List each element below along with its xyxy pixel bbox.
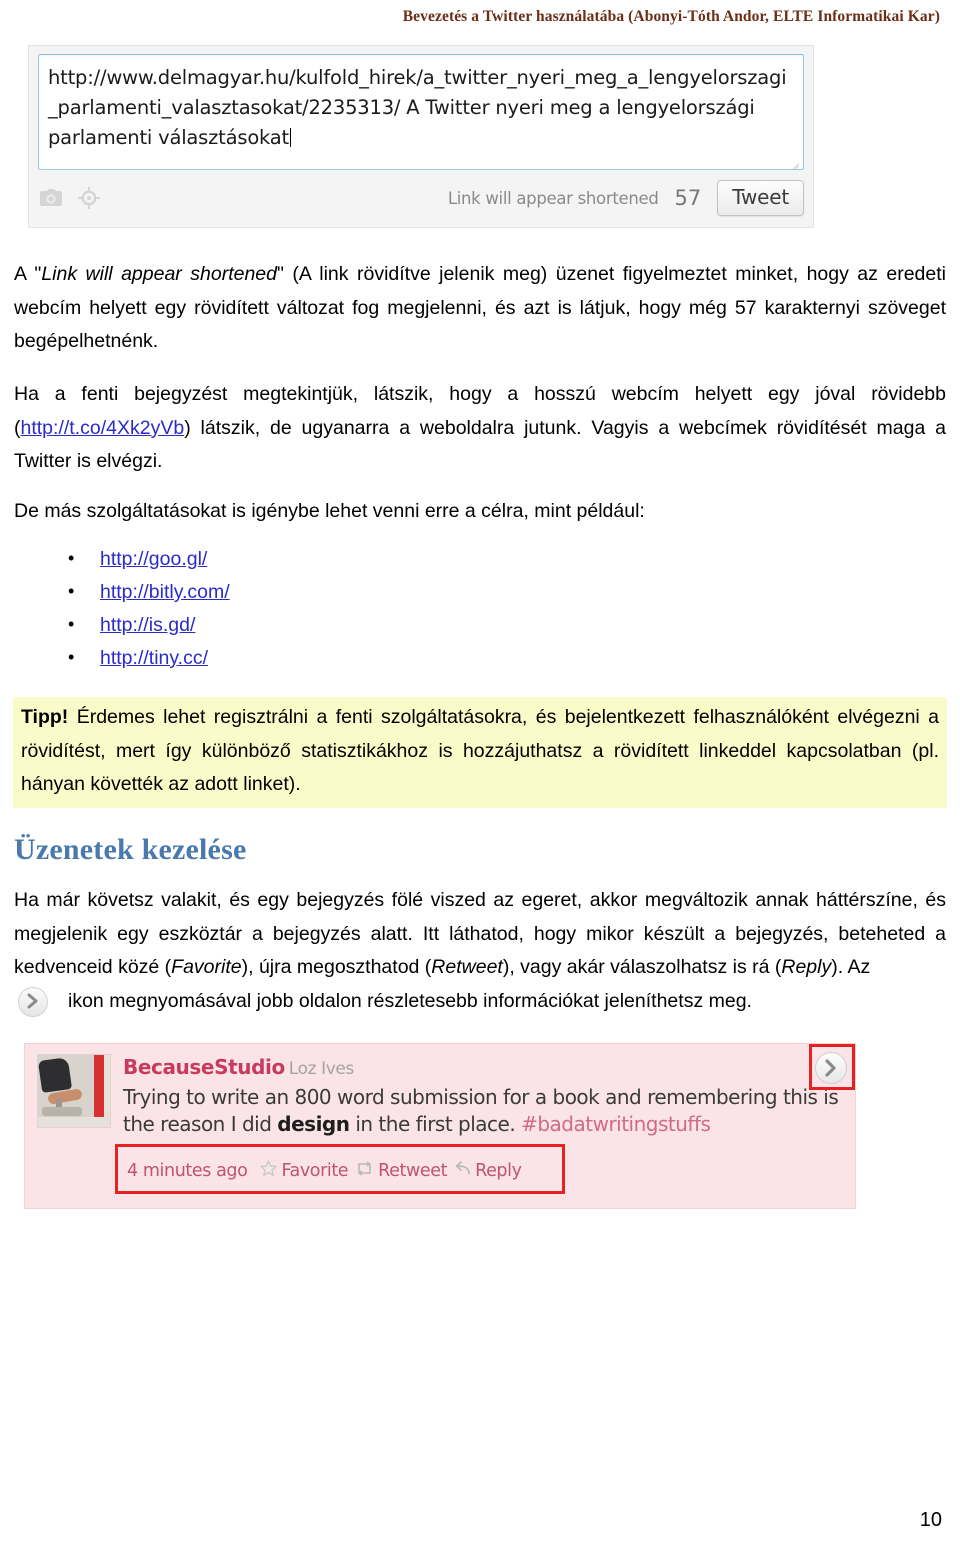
list-item: http://goo.gl/ <box>14 542 514 576</box>
tweet-body-part-b: in the first place. <box>349 1112 522 1136</box>
page-number: 10 <box>919 1509 942 1531</box>
reply-action[interactable]: Reply <box>454 1161 522 1181</box>
tweet-actions-area: 4 minutes ago Favorite Retweet Reply <box>37 1138 843 1194</box>
shortener-link-list: http://goo.gl/ http://bitly.com/ http://… <box>14 542 514 675</box>
tweet-row: BecauseStudio Loz Ives Trying to write an… <box>37 1044 855 1138</box>
shortener-link-goo-gl[interactable]: http://goo.gl/ <box>100 548 207 570</box>
tweet-hashtag[interactable]: #badatwritingstuffs <box>521 1112 711 1136</box>
tweet-body-text: Trying to write an 800 word submission f… <box>123 1084 843 1138</box>
list-item: http://is.gd/ <box>14 608 514 642</box>
tip-callout: Tipp! Érdemes lehet regisztrálni a fenti… <box>13 697 947 808</box>
favorite-label: Favorite <box>281 1161 349 1181</box>
reply-label: Reply <box>475 1161 522 1181</box>
compose-inner: http://www.delmagyar.hu/kulfold_hirek/a_… <box>29 46 813 170</box>
resize-grip-icon[interactable] <box>788 155 800 167</box>
crosshair-location-icon[interactable] <box>76 186 102 210</box>
tweet-main: BecauseStudio Loz Ives Trying to write an… <box>123 1044 855 1138</box>
p4-end: ). Az <box>831 956 871 978</box>
paragraph-3: De más szolgáltatásokat is igénybe lehet… <box>14 500 645 522</box>
tip-text: Érdemes lehet regisztrálni a fenti szolg… <box>21 706 939 795</box>
p4-emphasis-retweet: Retweet <box>431 956 503 978</box>
favorite-action[interactable]: Favorite <box>260 1160 349 1182</box>
document-page: Bevezetés a Twitter használatába (Abonyi… <box>0 0 960 1546</box>
paragraph-4: Ha már követsz valakit, és egy bejegyzés… <box>14 884 946 985</box>
text-caret <box>290 128 292 147</box>
tweet-screenshot: BecauseStudio Loz Ives Trying to write an… <box>24 1043 856 1209</box>
tip-label: Tipp! <box>21 706 69 728</box>
compose-textarea-value: http://www.delmagyar.hu/kulfold_hirek/a_… <box>48 66 787 149</box>
star-icon <box>260 1160 278 1182</box>
compose-right-group: Link will appear shortened 57 Tweet <box>448 180 804 216</box>
retweet-icon <box>355 1161 374 1181</box>
tweet-timestamp[interactable]: 4 minutes ago <box>127 1161 248 1181</box>
shortener-link-tiny-cc[interactable]: http://tiny.cc/ <box>100 647 208 669</box>
p1-part-a: A " <box>14 263 42 285</box>
tweet-compose-screenshot: http://www.delmagyar.hu/kulfold_hirek/a_… <box>28 45 814 228</box>
p4-mid-1: ), újra megoszthatod ( <box>241 956 432 978</box>
chevron-right-circle-icon <box>18 986 48 1017</box>
list-item: http://bitly.com/ <box>14 575 514 609</box>
tco-short-link[interactable]: http://t.co/4Xk2yVb <box>21 417 185 439</box>
running-header: Bevezetés a Twitter használatába (Abonyi… <box>402 8 940 25</box>
tweet-body-bold: design <box>277 1112 350 1136</box>
avatar-detail <box>38 1057 73 1093</box>
compose-tools <box>38 186 102 210</box>
retweet-action[interactable]: Retweet <box>355 1161 447 1181</box>
paragraph-2: Ha a fenti bejegyzést megtekintjük, láts… <box>14 378 946 479</box>
list-item: http://tiny.cc/ <box>14 641 514 675</box>
tweet-button[interactable]: Tweet <box>717 180 804 216</box>
section-heading: Üzenetek kezelése <box>14 833 247 866</box>
detail-button-highlight-box <box>809 1044 855 1090</box>
avatar-detail <box>38 1117 110 1127</box>
camera-icon[interactable] <box>38 186 64 210</box>
avatar[interactable] <box>37 1054 111 1128</box>
shortener-link-is-gd[interactable]: http://is.gd/ <box>100 614 195 636</box>
compose-textarea[interactable]: http://www.delmagyar.hu/kulfold_hirek/a_… <box>38 54 804 170</box>
p4-emphasis-favorite: Favorite <box>171 956 242 978</box>
paragraph-5-text: ikon megnyomásával jobb oldalon részlete… <box>68 990 752 1012</box>
paragraph-5-with-icon: ikon megnyomásával jobb oldalon részlete… <box>18 985 946 1018</box>
tweet-username[interactable]: BecauseStudio <box>123 1055 285 1079</box>
link-shortened-note: Link will appear shortened <box>447 188 659 208</box>
p4-mid-2: ), vagy akár válaszolhatsz is rá ( <box>502 956 782 978</box>
character-counter: 57 <box>674 186 702 210</box>
tweet-header: BecauseStudio Loz Ives <box>123 1054 843 1082</box>
paragraph-1: A "Link will appear shortened" (A link r… <box>14 258 946 359</box>
shortener-link-bitly[interactable]: http://bitly.com/ <box>100 581 230 603</box>
retweet-label: Retweet <box>378 1161 448 1181</box>
reply-arrow-icon <box>454 1161 471 1181</box>
tweet-realname: Loz Ives <box>288 1059 354 1079</box>
p1-emphasis: Link will appear shortened <box>41 263 277 285</box>
p4-emphasis-reply: Reply <box>781 956 832 978</box>
avatar-detail <box>42 1107 82 1116</box>
compose-toolbar: Link will appear shortened 57 Tweet <box>29 170 813 227</box>
tweet-action-bar: 4 minutes ago Favorite Retweet Reply <box>121 1158 528 1184</box>
